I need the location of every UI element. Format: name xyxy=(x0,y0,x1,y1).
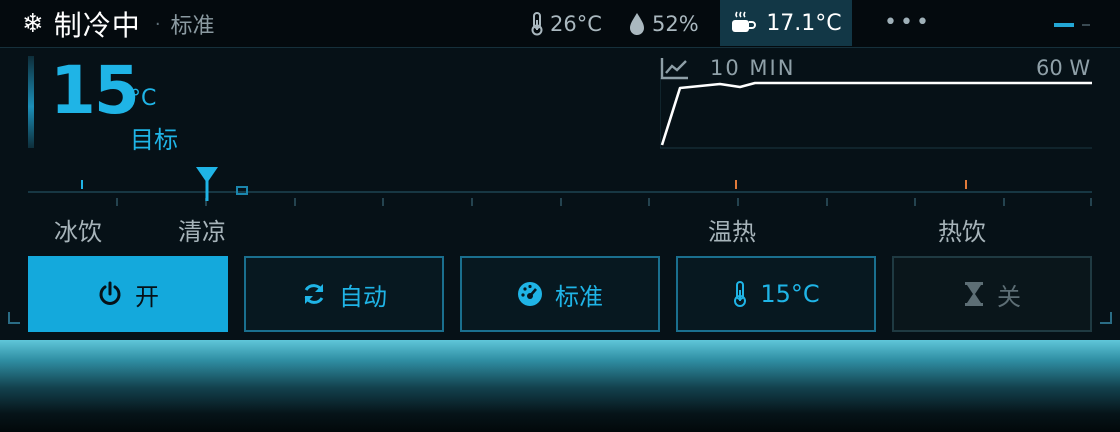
scale-tick xyxy=(116,198,118,206)
scale-tick xyxy=(914,198,916,206)
target-unit: °C xyxy=(130,86,157,111)
minimize-dot xyxy=(1082,24,1090,26)
humidity: 52% xyxy=(628,8,699,40)
timer-button[interactable]: 关 xyxy=(892,256,1092,332)
thermometer-icon xyxy=(734,281,747,307)
hourglass-icon xyxy=(965,282,983,306)
power-button-label: 开 xyxy=(135,282,159,311)
chart-icon xyxy=(660,58,688,80)
preset-ice[interactable]: 冰饮 xyxy=(54,212,102,247)
temperature-button[interactable]: 15°C xyxy=(676,256,876,332)
scale-tick xyxy=(648,198,650,206)
ambient-temp: 26°C xyxy=(530,8,602,40)
scale-tick xyxy=(471,198,473,206)
scale-tick xyxy=(1090,198,1092,206)
scale-tick xyxy=(560,198,562,206)
preset-hot[interactable]: 热饮 xyxy=(938,212,986,247)
minimize-icon[interactable] xyxy=(1054,23,1074,27)
scale-pointer-icon[interactable] xyxy=(196,167,218,201)
temperature-button-label: 15°C xyxy=(760,280,820,308)
mode-label: 制冷中 xyxy=(53,9,141,42)
control-panel: 15 °C 目标 10 MIN 60 W 冰饮 清凉 温热 热饮 开 自动 标准… xyxy=(0,48,1120,340)
target-temperature: 15 xyxy=(50,52,140,129)
target-level-bar xyxy=(28,56,34,148)
gauge-icon xyxy=(518,282,542,306)
chart-window-label: 10 MIN xyxy=(710,56,796,80)
timer-button-label: 关 xyxy=(997,282,1021,311)
preset-warm[interactable]: 温热 xyxy=(708,212,756,247)
status-bar: ❄ 制冷中 · 标准 26°C 52% 17.1°C ••• xyxy=(0,0,1120,48)
more-menu-icon[interactable]: ••• xyxy=(884,12,932,34)
droplet-icon xyxy=(630,13,644,35)
auto-button-label: 自动 xyxy=(339,282,387,311)
target-label: 目标 xyxy=(130,126,178,154)
chart-power-label: 60 W xyxy=(1036,56,1091,80)
preset-mark-hot xyxy=(965,180,967,189)
scale-track xyxy=(28,191,1092,193)
humidity-value: 52% xyxy=(652,12,699,36)
scale-tick xyxy=(737,198,739,206)
power-icon xyxy=(99,281,121,305)
power-chart xyxy=(660,78,1092,149)
scale-tick xyxy=(1003,198,1005,206)
cup-temp-badge[interactable]: 17.1°C xyxy=(720,0,852,46)
scale-tick xyxy=(826,198,828,206)
standard-mode-label: 标准 xyxy=(555,282,603,311)
standard-mode-button[interactable]: 标准 xyxy=(460,256,660,332)
bottom-glow xyxy=(0,340,1120,432)
mode-separator: · xyxy=(154,13,161,35)
frame-corner xyxy=(1100,312,1112,324)
cup-temp-value: 17.1°C xyxy=(766,10,842,36)
preset-mark-cold xyxy=(81,180,83,189)
cup-icon xyxy=(732,11,757,32)
scale-tick xyxy=(294,198,296,206)
temperature-scale[interactable] xyxy=(28,180,1092,208)
preset-mark-warm xyxy=(735,180,737,189)
refresh-icon xyxy=(304,284,324,304)
power-button[interactable]: 开 xyxy=(28,256,228,332)
scale-tick xyxy=(382,198,384,206)
mode-indicator: ❄ 制冷中 · 标准 xyxy=(22,6,215,42)
mode-sub-label: 标准 xyxy=(170,14,215,39)
scale-handle[interactable] xyxy=(236,186,248,195)
ambient-temp-value: 26°C xyxy=(550,12,602,36)
snowflake-icon: ❄ xyxy=(22,9,44,39)
frame-corner xyxy=(8,312,20,324)
auto-button[interactable]: 自动 xyxy=(244,256,444,332)
preset-cool[interactable]: 清凉 xyxy=(178,212,226,247)
thermometer-icon xyxy=(531,12,543,36)
